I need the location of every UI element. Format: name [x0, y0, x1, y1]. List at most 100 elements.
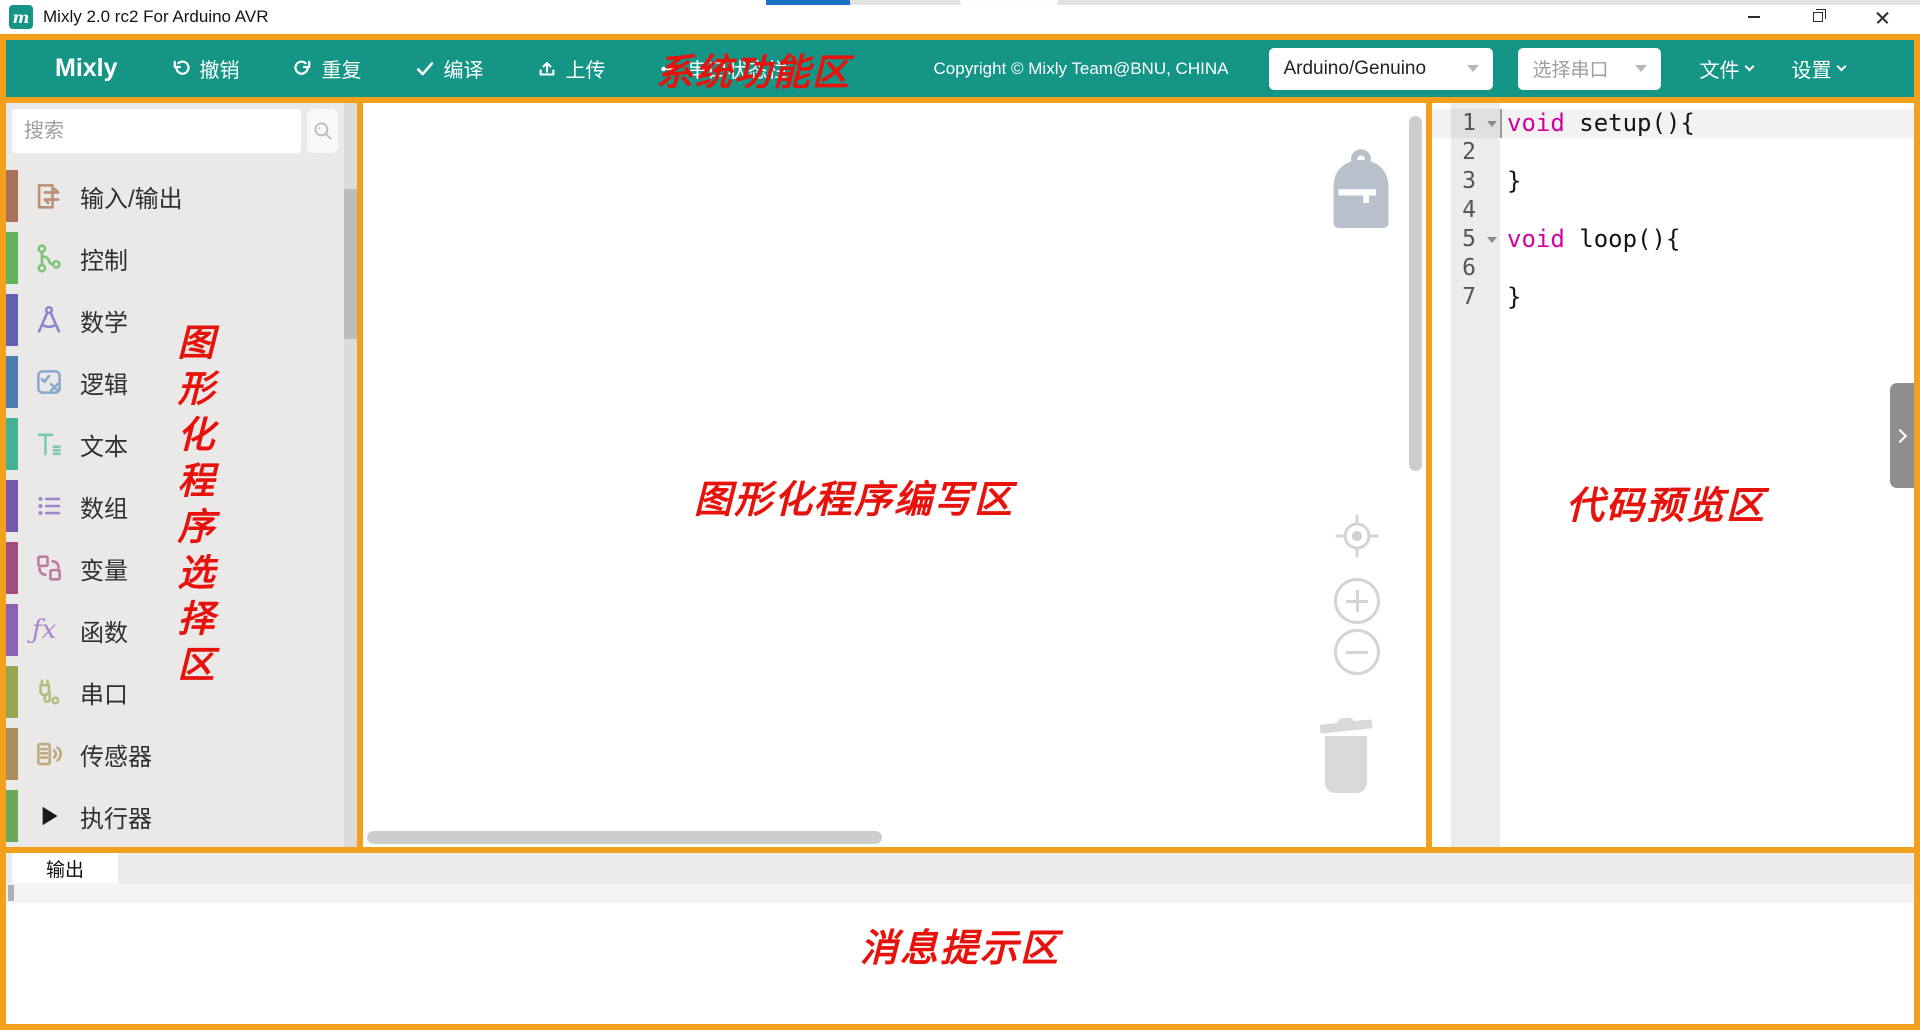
menu-settings[interactable]: 设置: [1791, 54, 1845, 83]
code-line-3: 3}: [1432, 167, 1914, 196]
category-label: 变量: [80, 551, 128, 586]
category-label: 数学: [80, 303, 128, 338]
window-controls: [1722, 0, 1914, 34]
minimize-button[interactable]: [1722, 0, 1786, 34]
chevron-down-icon: [1745, 62, 1755, 72]
sidebar-item-logic[interactable]: 逻辑: [6, 351, 344, 413]
category-label: 串口: [80, 675, 128, 710]
close-icon: [1875, 10, 1890, 25]
code-line-7: 7}: [1432, 283, 1914, 312]
sidebar-item-serial[interactable]: 串口: [6, 661, 344, 723]
line-number: 3: [1451, 167, 1500, 196]
minimize-icon: [1748, 16, 1760, 18]
backpack-icon[interactable]: [1323, 148, 1399, 228]
board-select[interactable]: Arduino/Genuino: [1269, 48, 1493, 90]
tab-output[interactable]: 输出: [12, 853, 118, 883]
copyright-text: Copyright © Mixly Team@BNU, CHINA: [934, 59, 1229, 79]
check-icon: [414, 58, 436, 80]
sensor-icon: [32, 737, 66, 771]
menu-file[interactable]: 文件: [1699, 54, 1753, 83]
toolbar-button-upload[interactable]: 上传: [536, 54, 606, 83]
category-label: 文本: [80, 427, 128, 462]
line-number: 2: [1451, 138, 1500, 167]
port-select[interactable]: 选择串口: [1518, 48, 1661, 90]
io-icon: [32, 179, 66, 213]
annotation-message-area: 消息提示区: [6, 903, 1914, 972]
category-color-stripe: [6, 170, 18, 222]
category-color-stripe: [6, 480, 18, 532]
array-icon: [32, 489, 66, 523]
main-area: 输入/输出控制数学逻辑文本数组变量ƒx函数串口传感器执行器 图形化程序选择区: [6, 103, 1914, 847]
category-color-stripe: [6, 418, 18, 470]
actuator-icon: [32, 799, 66, 833]
serial-plug-icon: [658, 58, 680, 80]
zoom-out-button[interactable]: [1334, 629, 1380, 675]
sidebar-item-text[interactable]: 文本: [6, 413, 344, 475]
restore-button[interactable]: [1786, 0, 1850, 34]
chevron-down-icon: [1837, 62, 1847, 72]
canvas-horizontal-scrollbar[interactable]: [367, 831, 882, 844]
message-scroll-thumb[interactable]: [8, 885, 14, 901]
category-color-stripe: [6, 790, 18, 842]
fold-arrow-icon[interactable]: [1487, 237, 1497, 243]
search-button[interactable]: [307, 109, 338, 153]
zoom-in-button[interactable]: [1334, 578, 1380, 624]
category-label: 函数: [80, 613, 128, 648]
toolbar-button-label: 编译: [444, 54, 484, 83]
code-preview-panel: 1void setup(){23}45void loop(){67} 代码预览区: [1432, 103, 1914, 847]
close-button[interactable]: [1850, 0, 1914, 34]
search-input[interactable]: [12, 109, 301, 153]
search-row: [12, 109, 338, 153]
port-select-value: 选择串口: [1532, 55, 1608, 82]
chevron-down-icon: [1635, 65, 1647, 72]
block-canvas[interactable]: 图形化程序编写区: [363, 103, 1426, 847]
toolbar-button-compile[interactable]: 编译: [414, 54, 484, 83]
recenter-icon[interactable]: [1335, 514, 1379, 558]
sidebar-item-function[interactable]: ƒx函数: [6, 599, 344, 661]
zoom-out-icon: [1346, 651, 1368, 654]
top-strip-white: [960, 0, 1058, 5]
category-label: 执行器: [80, 799, 152, 834]
sidebar-item-actuator[interactable]: 执行器: [6, 785, 344, 847]
category-label: 输入/输出: [80, 179, 183, 214]
trash-icon[interactable]: [1315, 712, 1377, 796]
message-scroll-strip: [6, 883, 1914, 903]
title-bar: m Mixly 2.0 rc2 For Arduino AVR: [0, 0, 1920, 34]
sidebar-item-array[interactable]: 数组: [6, 475, 344, 537]
redo-icon: [292, 58, 314, 80]
category-color-stripe: [6, 666, 18, 718]
sidebar-item-sensor[interactable]: 传感器: [6, 723, 344, 785]
panel-expand-button[interactable]: [1890, 383, 1914, 488]
category-color-stripe: [6, 294, 18, 346]
toolbar-button-undo[interactable]: 撤销: [170, 54, 240, 83]
serial-icon: [32, 675, 66, 709]
toolbar-button-redo[interactable]: 重复: [292, 54, 362, 83]
upload-icon: [536, 58, 558, 80]
sidebar-item-io[interactable]: 输入/输出: [6, 165, 344, 227]
code-line-6: 6: [1432, 254, 1914, 283]
line-number: 7: [1451, 283, 1500, 312]
sidebar-item-math[interactable]: 数学: [6, 289, 344, 351]
menu-label: 文件: [1699, 54, 1739, 83]
message-output-area: 消息提示区: [6, 903, 1914, 1018]
toolbar-button-label: 上传: [566, 54, 606, 83]
board-select-value: Arduino/Genuino: [1283, 58, 1426, 80]
code-text: void setup(){: [1500, 109, 1695, 138]
sidebar-scrollbar-thumb[interactable]: [344, 189, 357, 339]
toolbar-button-label: 重复: [322, 54, 362, 83]
window-title: Mixly 2.0 rc2 For Arduino AVR: [43, 7, 269, 27]
sidebar-item-control[interactable]: 控制: [6, 227, 344, 289]
logic-icon: [32, 365, 66, 399]
toolbar-menus: 文件 设置: [1661, 54, 1845, 83]
canvas-vertical-scrollbar[interactable]: [1409, 116, 1422, 471]
text-icon: [32, 427, 66, 461]
toolbar-button-serial-status[interactable]: 串口状态栏: [658, 54, 788, 83]
category-color-stripe: [6, 542, 18, 594]
category-label: 逻辑: [80, 365, 128, 400]
sidebar-item-variable[interactable]: 变量: [6, 537, 344, 599]
fold-arrow-icon[interactable]: [1487, 121, 1497, 127]
line-number: 6: [1451, 254, 1500, 283]
code-editor[interactable]: 1void setup(){23}45void loop(){67}: [1432, 109, 1914, 312]
brand-logo[interactable]: Mixly: [55, 54, 118, 83]
code-line-4: 4: [1432, 196, 1914, 225]
